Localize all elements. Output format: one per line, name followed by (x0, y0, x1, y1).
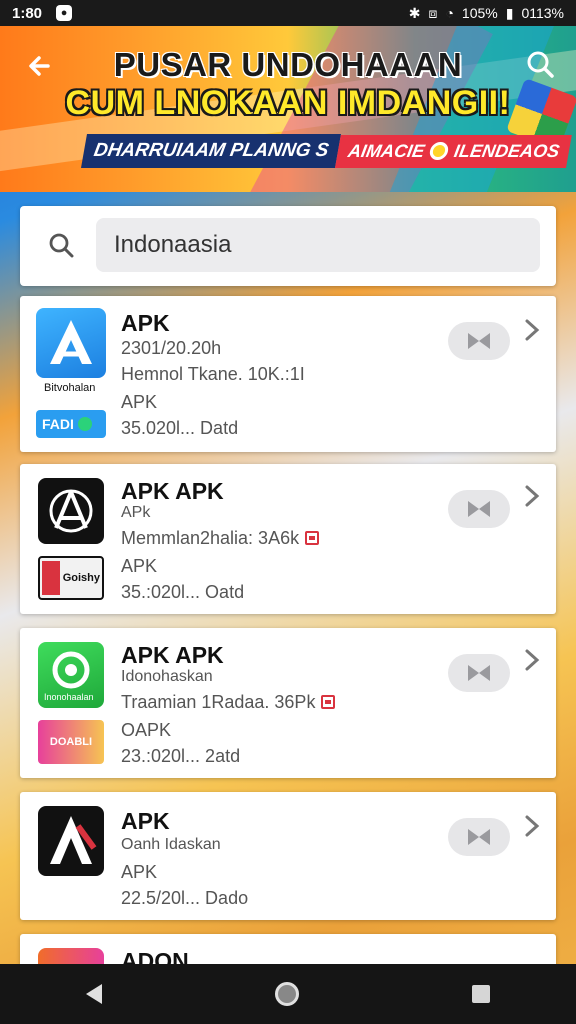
ribbon-right: AIMACIE ILENDEAOS (335, 134, 573, 168)
app-subtitle: Oanh Idaskan (121, 836, 221, 853)
app-logo-icon (50, 320, 92, 364)
app-size: 23.:020l... 2atd (121, 746, 241, 766)
app-logo-icon (50, 816, 97, 864)
nav-back-icon[interactable] (86, 984, 103, 1004)
ribbon-right-text-b: ILENDEAOS (452, 140, 562, 161)
check-icon (77, 417, 92, 431)
notification-icon: ● (56, 5, 73, 21)
app-icon-caption: Inonohaalan (44, 692, 94, 702)
app-size: 35.:020l... Oatd (121, 582, 245, 602)
app-logo-icon (49, 489, 93, 533)
app-title: APK (121, 808, 170, 834)
wifi-icon: ◔ (445, 5, 454, 21)
sub-badge: DOABLI (38, 720, 104, 764)
system-nav-bar (0, 964, 576, 1024)
app-list-item[interactable]: Goishy APK APK APk Memmlan2halia: 3A6k A… (20, 464, 556, 614)
app-size: 35.020l... Datd (121, 418, 239, 438)
bowtie-icon (468, 333, 490, 349)
search-card: Indonaasia (20, 206, 556, 286)
app-title: APK APK (121, 642, 224, 668)
ribbon-left-text: DHARRUIAAM PLANNG S (81, 134, 342, 168)
app-icon (38, 478, 104, 544)
banner-headline: PUSAR UNDOHAAAN (113, 46, 463, 83)
sub-badge-label: Goishy (62, 572, 100, 584)
sub-badge-label: DOABLI (49, 736, 93, 748)
bluetooth-icon: ✱ (408, 4, 421, 21)
app-type: APK (121, 392, 158, 412)
app-info: Memmlan2halia: 3A6k (121, 528, 320, 549)
app-type: APK (121, 556, 158, 576)
bowtie-icon (468, 501, 490, 517)
app-subtitle: Idonohaskan (121, 668, 213, 685)
app-list-item[interactable]: Inonohaalan DOABLI APK APK Idonohaskan T… (20, 628, 556, 778)
app-title: APK APK (121, 478, 224, 504)
promo-banner: PUSAR UNDOHAAAN CUM LNOKAAN IMDANGII! DH… (0, 26, 576, 192)
chevron-right-icon[interactable] (524, 484, 540, 508)
ribbon-right-text-a: AIMACIE (346, 140, 427, 161)
status-bar: 1:80 ● ✱ ⧈ ◔ 105% ▮ 0113% (0, 0, 576, 26)
chevron-right-icon[interactable] (524, 814, 540, 838)
app-info-text: Traamian 1Radaa. 36Pk (121, 692, 316, 712)
app-icon: Inonohaalan (38, 642, 104, 708)
app-icon (38, 806, 104, 876)
battery-icon: ▮ (505, 4, 514, 21)
bowtie-icon (468, 665, 490, 681)
app-subtitle: APk (121, 504, 151, 521)
app-icon (36, 308, 106, 378)
banner-subheadline: CUM LNOKAAN IMDANGII! (65, 84, 511, 122)
battery-percent: 0113% (521, 5, 564, 21)
app-date: 2301/20.20h (121, 338, 222, 358)
app-list-item[interactable]: Bitvohalan FADI APK 2301/20.20h Hemnol T… (20, 296, 556, 452)
app-title: APK (121, 310, 170, 336)
search-input[interactable]: Indonaasia (96, 218, 540, 272)
app-size: 22.5/20l... Dado (121, 888, 249, 908)
nav-home-icon[interactable] (274, 982, 299, 1006)
sub-badge: FADI (36, 410, 106, 438)
search-icon (49, 233, 74, 258)
signal-percent: 105% (461, 5, 498, 21)
app-info: Traamian 1Radaa. 36Pk (121, 692, 336, 713)
app-info: Hemnol Tkane. 10K.:1I (121, 364, 305, 384)
chevron-right-icon[interactable] (524, 318, 540, 342)
action-button[interactable] (448, 818, 510, 856)
calendar-icon (305, 531, 320, 545)
app-list-item[interactable]: APK Oanh Idaskan APK 22.5/20l... Dado (20, 792, 556, 920)
app-type: APK (121, 862, 158, 882)
action-button[interactable] (448, 490, 510, 528)
app-type: OAPK (121, 720, 172, 740)
calendar-icon (321, 695, 336, 709)
sub-badge: Goishy (38, 556, 104, 600)
status-time: 1:80 (12, 4, 43, 22)
app-icon-caption: Bitvohalan (44, 382, 96, 394)
chevron-right-icon[interactable] (524, 648, 540, 672)
banner-ribbon: DHARRUIAAM PLANNG S AIMACIE ILENDEAOS (81, 134, 573, 168)
action-button[interactable] (448, 322, 510, 360)
nav-recents-icon[interactable] (471, 985, 490, 1003)
vibrate-icon: ⧈ (428, 4, 438, 21)
bowtie-icon (468, 829, 490, 845)
action-button[interactable] (448, 654, 510, 692)
sub-badge-mark (42, 561, 60, 595)
coin-icon (428, 142, 450, 160)
app-info-text: Memmlan2halia: 3A6k (121, 528, 300, 548)
status-right: ✱ ⧈ ◔ 105% ▮ 0113% (409, 5, 564, 22)
sub-badge-label: FADI (42, 416, 74, 432)
